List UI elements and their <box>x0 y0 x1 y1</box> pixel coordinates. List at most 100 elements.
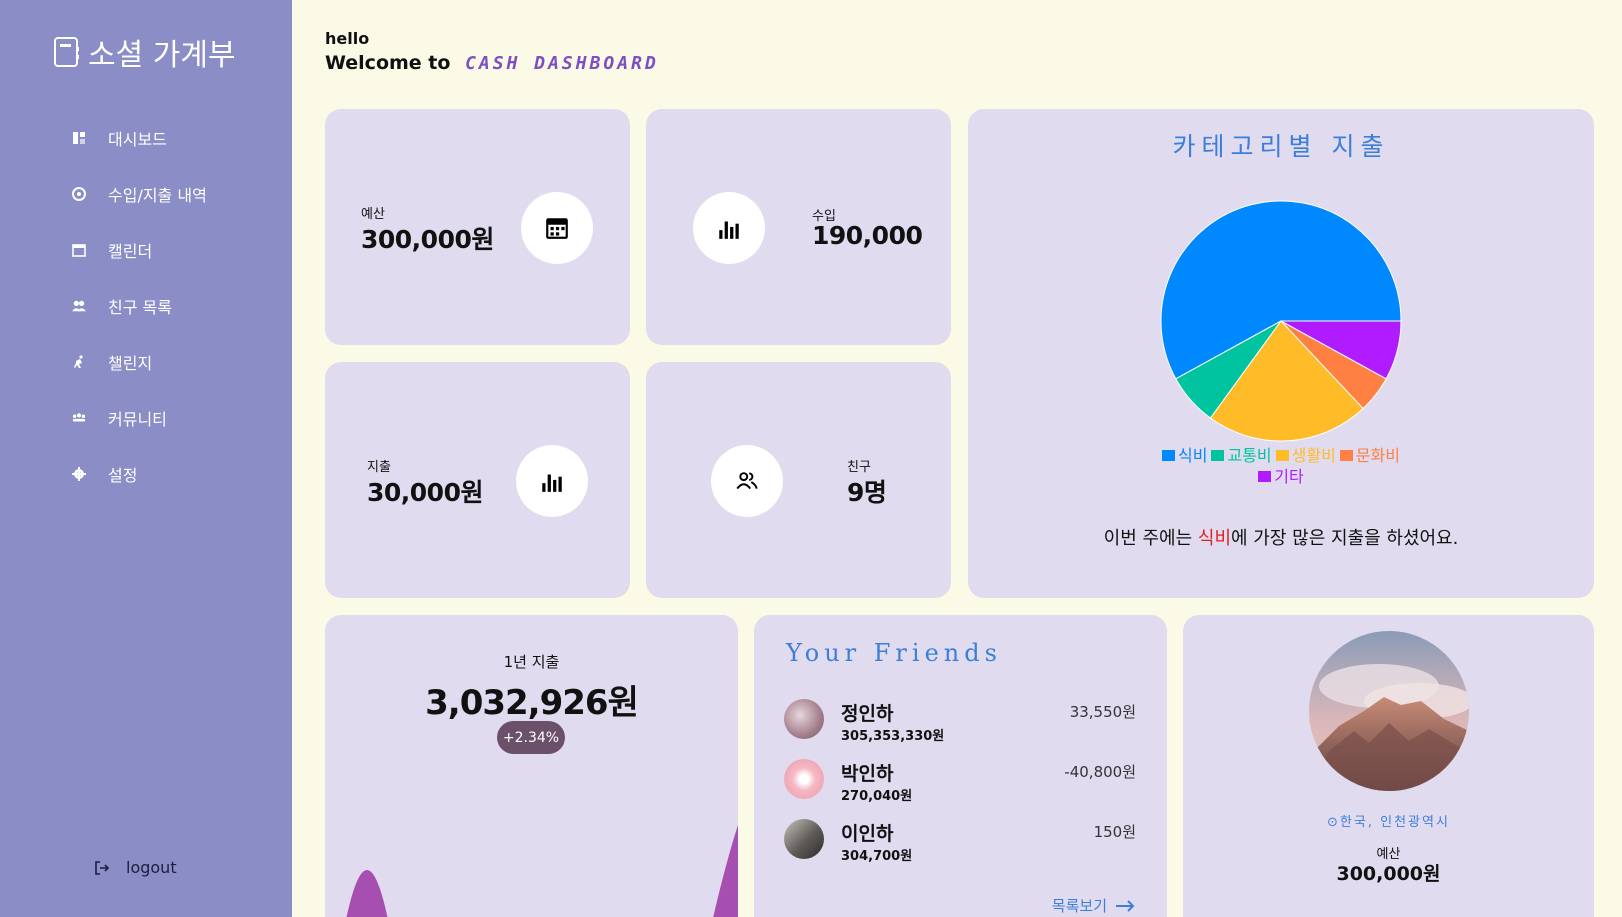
budget-icon-circle <box>521 192 593 264</box>
friend-amount: 150원 <box>1093 823 1136 841</box>
logout-button[interactable]: logout <box>94 858 177 877</box>
friends-stat-card: 친구 9명 <box>646 362 951 598</box>
legend-swatch <box>1162 450 1176 461</box>
legend-label: 생활비 <box>1291 446 1336 465</box>
yearly-expense-card: 1년 지출 3,032,926원 +2.34% <box>325 615 738 917</box>
dashboard-brand: CASH DASHBOARD <box>465 53 659 74</box>
yearly-area-chart <box>346 825 738 917</box>
avatar <box>784 759 824 799</box>
expense-card: 지출 30,000원 <box>325 362 630 598</box>
legend-item[interactable]: 기타 <box>1258 466 1304 487</box>
sidebar-item-label: 수입/지출 내역 <box>108 186 207 205</box>
profile-budget-value: 300,000원 <box>1336 863 1441 885</box>
welcome-line: Welcome to CASH DASHBOARD <box>325 52 659 74</box>
legend-label: 문화비 <box>1355 446 1400 465</box>
chart-summary: 이번 주에는 식비에 가장 많은 지출을 하셨어요. <box>968 524 1594 550</box>
view-list-label: 목록보기 <box>1051 897 1107 915</box>
legend-item[interactable]: 교통비 <box>1211 445 1272 466</box>
legend-item[interactable]: 생활비 <box>1275 445 1336 466</box>
friend-name: 이인하 <box>841 823 894 845</box>
app-root: 소셜 가계부 대시보드 수입/지출 내역 캘린더 친구 목록 챌린지 커뮤니티 … <box>0 0 1622 917</box>
community-icon <box>72 411 108 425</box>
budget-card: 예산 300,000원 <box>325 109 630 345</box>
arrow-right-icon <box>1116 899 1135 912</box>
bar-chart-icon <box>542 474 562 492</box>
legend-swatch <box>1211 450 1225 461</box>
sidebar-item-label: 커뮤니티 <box>108 410 167 429</box>
friend-name: 박인하 <box>841 763 894 785</box>
profile-card: ⊙한국, 인천광역시 예산 300,000원 <box>1183 615 1594 917</box>
friend-total: 270,040원 <box>841 789 913 804</box>
income-card: 수입 190,000 <box>646 109 951 345</box>
friends-card-title: Your Friends <box>786 639 1002 667</box>
sidebar-item-label: 챌린지 <box>108 354 153 373</box>
friends-icon-circle <box>711 445 783 517</box>
list-item[interactable]: 박인하 270,040원 -40,800원 <box>784 759 1136 807</box>
budget-value: 300,000원 <box>361 225 494 254</box>
income-icon-circle <box>693 192 765 264</box>
area-peak-right <box>713 825 738 917</box>
mountain-image <box>1309 631 1469 791</box>
view-list-link[interactable]: 목록보기 <box>1052 895 1135 916</box>
sidebar-item-label: 대시보드 <box>108 130 167 149</box>
friend-name: 정인하 <box>841 703 894 725</box>
legend-item[interactable]: 식비 <box>1162 445 1207 466</box>
sidebar-item-label: 캘린더 <box>108 242 153 261</box>
area-peak-left <box>346 870 388 917</box>
notebook-icon <box>54 37 79 67</box>
location-pin-icon: ⊙ <box>1327 815 1340 830</box>
sidebar: 소셜 가계부 대시보드 수입/지출 내역 캘린더 친구 목록 챌린지 커뮤니티 … <box>0 0 292 917</box>
friend-amount: -40,800원 <box>1064 763 1136 781</box>
expense-icon-circle <box>516 445 588 517</box>
sidebar-item-dashboard[interactable]: 대시보드 <box>72 110 282 166</box>
location-text: ⊙한국, 인천광역시 <box>1183 811 1594 830</box>
summary-suffix: 에 가장 많은 지출을 하셨어요. <box>1231 528 1459 549</box>
income-value: 190,000 <box>812 221 923 250</box>
sidebar-item-label: 친구 목록 <box>108 298 172 317</box>
friends-value: 9명 <box>847 478 887 507</box>
pie-chart <box>1160 200 1402 442</box>
friends-list-card: Your Friends 정인하 305,353,330원 33,550원 박인… <box>754 615 1167 917</box>
category-chart-card: 카테고리별 지출 식비 교통비 생활비 문화비 기타 이번 주에는 식비에 가장 많은 … <box>968 109 1594 598</box>
logout-icon <box>95 860 110 875</box>
sidebar-item-challenge[interactable]: 챌린지 <box>72 334 282 390</box>
legend-swatch <box>1275 450 1289 461</box>
calendar-icon <box>546 218 568 239</box>
brand[interactable]: 소셜 가계부 <box>54 32 236 73</box>
legend-swatch <box>1339 450 1353 461</box>
list-item[interactable]: 정인하 305,353,330원 33,550원 <box>784 699 1136 747</box>
dashboard-icon <box>72 131 108 145</box>
sidebar-item-calendar[interactable]: 캘린더 <box>72 222 282 278</box>
logout-label: logout <box>126 858 177 877</box>
location-label: 한국, 인천광역시 <box>1339 815 1450 830</box>
sidebar-item-community[interactable]: 커뮤니티 <box>72 390 282 446</box>
sidebar-item-settings[interactable]: 설정 <box>72 446 282 502</box>
profile-photo <box>1309 631 1469 791</box>
friend-total: 305,353,330원 <box>841 729 945 744</box>
sidebar-item-history[interactable]: 수입/지출 내역 <box>72 166 282 222</box>
greeting: hello <box>325 29 370 48</box>
friend-amount: 33,550원 <box>1069 703 1136 721</box>
calendar-icon <box>72 243 108 257</box>
gear-icon <box>72 467 108 481</box>
summary-highlight: 식비 <box>1197 528 1232 549</box>
sidebar-item-friends[interactable]: 친구 목록 <box>72 278 282 334</box>
summary-prefix: 이번 주에는 <box>1103 528 1198 549</box>
running-icon <box>72 355 108 369</box>
sidebar-nav: 대시보드 수입/지출 내역 캘린더 친구 목록 챌린지 커뮤니티 설정 <box>72 110 282 502</box>
avatar <box>784 699 824 739</box>
list-item[interactable]: 이인하 304,700원 150원 <box>784 819 1136 867</box>
legend-label: 기타 <box>1274 467 1304 486</box>
friends-icon <box>72 299 108 313</box>
brand-title: 소셜 가계부 <box>88 38 236 73</box>
history-icon <box>72 187 108 201</box>
avatar <box>784 819 824 859</box>
legend-item[interactable]: 문화비 <box>1339 445 1400 466</box>
welcome-text: Welcome to <box>325 52 451 74</box>
expense-value: 30,000원 <box>367 478 483 507</box>
legend-label: 식비 <box>1178 446 1208 465</box>
bar-chart-icon <box>719 221 739 239</box>
sidebar-item-label: 설정 <box>108 466 138 485</box>
friends-icon <box>736 472 758 490</box>
chart-legend: 식비 교통비 생활비 문화비기타 <box>968 445 1594 487</box>
